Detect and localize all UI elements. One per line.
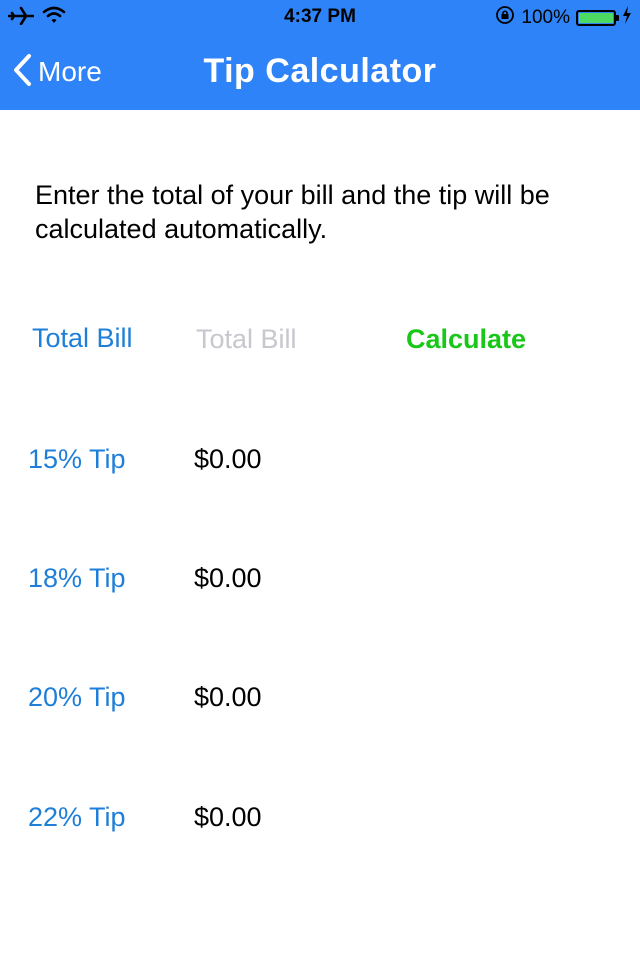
tip-calculator-screen: 4:37 PM 100% More Tip Calculator Enter t…: [0, 0, 640, 960]
page-title: Tip Calculator: [203, 52, 437, 90]
instructions-text: Enter the total of your bill and the tip…: [35, 180, 550, 244]
status-bar: 4:37 PM 100%: [0, 0, 640, 36]
tip-amount: $0.00: [194, 802, 262, 832]
battery-icon: [576, 10, 619, 26]
tip-amount: $0.00: [194, 563, 262, 593]
calculate-button[interactable]: Calculate: [406, 319, 526, 359]
navigation-bar: More Tip Calculator: [0, 40, 640, 106]
total-bill-label: Total Bill: [32, 323, 133, 353]
tip-label: 22% Tip: [28, 802, 126, 832]
tip-row-15: 15% Tip $0.00: [0, 440, 640, 480]
tip-row-20: 20% Tip $0.00: [0, 678, 640, 718]
tip-label: 20% Tip: [28, 682, 126, 712]
tip-label: 18% Tip: [28, 563, 126, 593]
tip-amount: $0.00: [194, 444, 262, 474]
total-bill-input[interactable]: [196, 319, 376, 359]
orientation-lock-icon: [495, 5, 515, 31]
tip-row-18: 18% Tip $0.00: [0, 559, 640, 599]
charging-bolt-icon: [622, 6, 632, 30]
status-right: 100%: [495, 4, 632, 32]
total-bill-row: Total Bill Calculate: [0, 319, 640, 359]
tip-row-22: 22% Tip $0.00: [0, 798, 640, 838]
header: 4:37 PM 100% More Tip Calculator: [0, 0, 640, 110]
battery-percent: 100%: [521, 7, 570, 28]
tip-amount: $0.00: [194, 682, 262, 712]
tip-label: 15% Tip: [28, 444, 126, 474]
